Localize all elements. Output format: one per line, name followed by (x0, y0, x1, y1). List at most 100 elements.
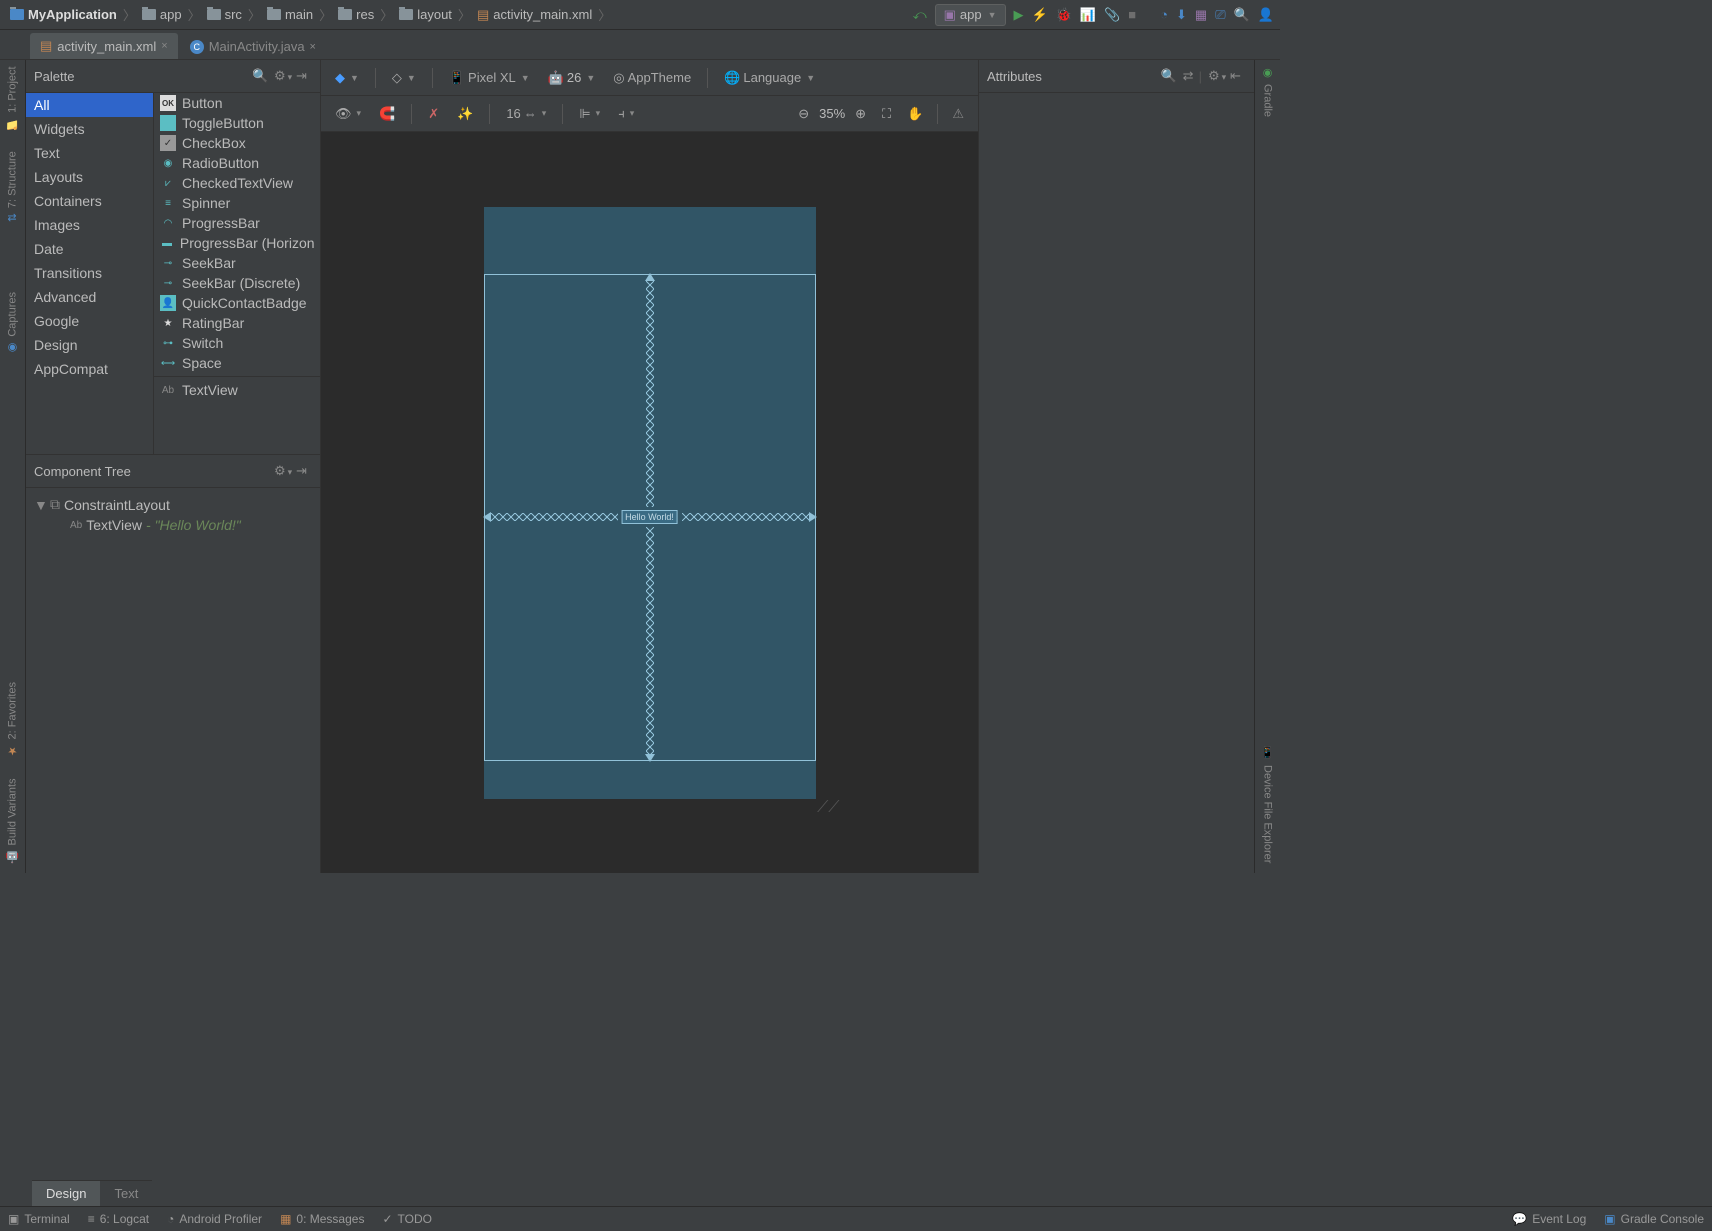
gutter-gradle[interactable]: ◉Gradle (1261, 66, 1274, 117)
search-icon[interactable]: 🔍 (1234, 7, 1250, 23)
search-icon[interactable]: 🔍 (252, 68, 268, 84)
widget-checkbox[interactable]: ✓CheckBox (154, 133, 320, 153)
category-images[interactable]: Images (26, 213, 153, 237)
gutter-device-explorer[interactable]: 📱Device File Explorer (1261, 746, 1274, 863)
device-icon[interactable]: ⎚ (1215, 7, 1225, 23)
collapse-icon[interactable]: ⇤ (1230, 68, 1246, 84)
device-combo[interactable]: 📱 Pixel XL▼ (443, 67, 536, 89)
widget-ratingbar[interactable]: ★RatingBar (154, 313, 320, 333)
tree-root[interactable]: ▼ ⧉ ConstraintLayout (30, 494, 316, 515)
widget-radiobutton[interactable]: ◉RadioButton (154, 153, 320, 173)
widget-textview[interactable]: AbTextView (154, 380, 320, 400)
gear-icon[interactable]: ⚙▾ (1208, 68, 1224, 84)
category-date[interactable]: Date (26, 237, 153, 261)
breadcrumb-res[interactable]: res (334, 7, 378, 22)
category-text[interactable]: Text (26, 141, 153, 165)
resize-handle[interactable]: ⟋⟋ (817, 799, 839, 817)
sb-gradle-console[interactable]: ▣Gradle Console (1604, 1212, 1704, 1226)
infer-constraints-icon[interactable]: ✨ (451, 103, 479, 125)
tab-main-activity[interactable]: CMainActivity.java× (180, 34, 326, 59)
tab-design[interactable]: Design (32, 1180, 100, 1206)
gutter-project[interactable]: 📁1: Project (6, 66, 19, 131)
widget-togglebutton[interactable]: ToggleButton (154, 113, 320, 133)
debug-icon[interactable]: 🐞 (1056, 7, 1072, 23)
locale-combo[interactable]: 🌐 Language▼ (718, 67, 821, 89)
theme-combo[interactable]: ◎ AppTheme (607, 67, 697, 89)
gutter-captures[interactable]: ◉Captures (6, 292, 19, 355)
category-advanced[interactable]: Advanced (26, 285, 153, 309)
sb-profiler[interactable]: ◔Android Profiler (167, 1212, 262, 1226)
breadcrumb-layout[interactable]: layout (395, 7, 456, 22)
apply-changes-icon[interactable]: ⚡ (1032, 7, 1048, 23)
category-containers[interactable]: Containers (26, 189, 153, 213)
blueprint-surface[interactable]: Hello World! (484, 274, 816, 761)
close-icon[interactable]: × (310, 41, 316, 53)
widget-quickcontact[interactable]: 👤QuickContactBadge (154, 293, 320, 313)
category-layouts[interactable]: Layouts (26, 165, 153, 189)
magnet-icon[interactable]: 🧲 (373, 103, 401, 125)
gutter-build-variants[interactable]: 🤖Build Variants (6, 778, 19, 864)
zoom-out[interactable]: ⊖ (792, 103, 815, 125)
widget-spinner[interactable]: ≡Spinner (154, 193, 320, 213)
sb-todo[interactable]: ✓TODO (382, 1212, 432, 1226)
close-icon[interactable]: × (161, 40, 167, 52)
profile-icon[interactable]: 📊 (1080, 7, 1096, 23)
pack-icon[interactable]: ⊫▾ (573, 103, 606, 125)
attach-icon[interactable]: 📎 (1104, 7, 1120, 23)
gear-icon[interactable]: ⚙▾ (274, 68, 290, 84)
widget-switch[interactable]: ⊶Switch (154, 333, 320, 353)
collapse-icon[interactable]: ⇥ (296, 68, 312, 84)
view-mode[interactable]: 👁▾ (329, 103, 367, 125)
design-surface-combo[interactable]: ◆▼ (329, 67, 365, 89)
chevron-down-icon[interactable]: ▼ (34, 497, 46, 513)
category-design[interactable]: Design (26, 333, 153, 357)
stop-icon[interactable]: ■ (1128, 7, 1136, 22)
widget-seekbar[interactable]: ⊸SeekBar (154, 253, 320, 273)
sdk-icon[interactable]: ⬇ (1176, 7, 1187, 23)
run-config-combo[interactable]: ▣app▼ (935, 4, 1006, 26)
sb-logcat[interactable]: ≡6: Logcat (88, 1212, 149, 1226)
user-icon[interactable]: 👤 (1258, 7, 1274, 23)
category-transitions[interactable]: Transitions (26, 261, 153, 285)
api-combo[interactable]: 🤖 26▼ (542, 67, 602, 89)
tree-textview[interactable]: Ab TextView - "Hello World!" (30, 515, 316, 535)
device-preview[interactable]: Hello World! ⟋⟋ (484, 207, 816, 799)
pan-icon[interactable]: ✋ (901, 103, 929, 125)
zoom-in[interactable]: ⊕ (849, 103, 872, 125)
default-margin[interactable]: 16 ⇔▾ (500, 103, 552, 124)
orientation-combo[interactable]: ◇▼ (386, 67, 422, 89)
swap-icon[interactable]: ⇄ (1183, 68, 1199, 84)
gear-icon[interactable]: ⚙▾ (274, 463, 290, 479)
widget-button[interactable]: OKButton (154, 93, 320, 113)
tab-text[interactable]: Text (100, 1180, 152, 1206)
breadcrumb-main[interactable]: main (263, 7, 317, 22)
warnings-icon[interactable]: ⚠ (946, 103, 970, 125)
sb-event-log[interactable]: 💬Event Log (1512, 1212, 1586, 1226)
collapse-icon[interactable]: ⇥ (296, 463, 312, 479)
widget-progressbar[interactable]: ◠ProgressBar (154, 213, 320, 233)
gutter-favorites[interactable]: ★2: Favorites (6, 682, 19, 757)
layout-inspector-icon[interactable]: ▦ (1195, 7, 1207, 23)
category-all[interactable]: All (26, 93, 153, 117)
widget-progressbar-h[interactable]: ▬ProgressBar (Horizontal) (154, 233, 320, 253)
run-button[interactable]: ▶ (1014, 7, 1024, 23)
sync-icon[interactable]: ⤺ (913, 7, 927, 23)
tab-activity-main[interactable]: ▤activity_main.xml× (30, 33, 178, 59)
gutter-structure[interactable]: ⇅7: Structure (6, 151, 19, 222)
align-icon[interactable]: ⫞▾ (612, 103, 640, 125)
zoom-fit[interactable]: ⛶ (876, 103, 897, 125)
breadcrumb-project[interactable]: MyApplication (6, 7, 121, 22)
widget-checkedtextview[interactable]: ⩗CheckedTextView (154, 173, 320, 193)
widget-seekbar-discrete[interactable]: ⊸SeekBar (Discrete) (154, 273, 320, 293)
category-google[interactable]: Google (26, 309, 153, 333)
avd-icon[interactable]: ◔ (1160, 7, 1168, 22)
sb-messages[interactable]: ▦0: Messages (280, 1212, 364, 1226)
clear-constraints-icon[interactable]: ✗ (422, 103, 445, 125)
category-appcompat[interactable]: AppCompat (26, 357, 153, 381)
design-canvas[interactable]: Hello World! ⟋⟋ (321, 132, 978, 873)
sb-terminal[interactable]: ▣Terminal (8, 1212, 70, 1226)
breadcrumb-src[interactable]: src (203, 7, 246, 22)
breadcrumb-file[interactable]: ▤activity_main.xml (473, 7, 596, 23)
breadcrumb-app[interactable]: app (138, 7, 186, 22)
textview-hello-world[interactable]: Hello World! (621, 510, 678, 524)
